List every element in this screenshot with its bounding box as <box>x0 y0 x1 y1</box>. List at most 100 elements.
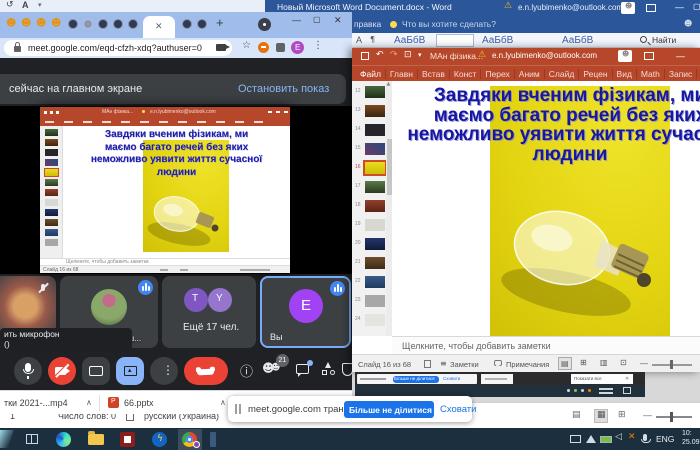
pinned-tab-site-icon[interactable] <box>197 19 207 29</box>
bookmark-star-icon[interactable]: ☆ <box>242 40 251 51</box>
pinned-tab-site-icon[interactable] <box>83 19 93 29</box>
end-call-button[interactable] <box>184 357 228 385</box>
word-tell-me[interactable]: Что вы хотите сделать? <box>402 19 496 29</box>
ppt-tab-insert[interactable]: Встав <box>418 69 450 79</box>
clock[interactable]: 10: 25.09 <box>682 430 700 448</box>
ppt-tab-record[interactable]: Запис <box>665 69 697 79</box>
slide-thumbnail[interactable] <box>365 238 385 250</box>
font-button-icon[interactable]: А <box>356 35 362 45</box>
pinned-tab-site-icon[interactable] <box>113 19 123 29</box>
pinned-tab-site-icon[interactable] <box>68 19 78 29</box>
slide-thumbnail[interactable] <box>365 200 385 212</box>
pinned-tab-site-icon[interactable] <box>98 19 108 29</box>
save-icon[interactable] <box>361 52 369 60</box>
extension-icon[interactable] <box>258 42 269 53</box>
slide-thumbnail-current[interactable] <box>365 162 385 174</box>
media-app-icon[interactable] <box>120 432 135 447</box>
qat-dropdown-icon[interactable]: ▾ <box>38 1 42 9</box>
file-explorer-icon[interactable] <box>88 434 104 445</box>
active-tab-meet[interactable]: ✕ <box>143 16 175 38</box>
slide-thumbnail[interactable] <box>365 143 385 155</box>
comments-icon[interactable] <box>494 360 502 366</box>
url-text[interactable]: meet.google.com/eqd-cfzh-xdq?authuser=0 <box>28 43 202 53</box>
paragraph-icon[interactable]: ¶ <box>370 35 375 44</box>
drag-handle-icon[interactable] <box>235 404 237 414</box>
style-preview[interactable]: АаБбВ <box>482 35 513 46</box>
edge-icon[interactable] <box>56 432 71 447</box>
slide-thumbnail[interactable] <box>365 181 385 193</box>
pinned-tab-classroom-icon[interactable]: ☻ <box>51 18 61 29</box>
word-tab-fragment[interactable]: правка <box>354 19 381 29</box>
ppt-tab-review[interactable]: Рецен <box>579 69 612 79</box>
download-item[interactable]: 66.pptx <box>124 398 154 408</box>
player-app-icon[interactable]: ϟ <box>152 432 167 447</box>
pinned-tab-classroom-icon[interactable]: ☻ <box>21 18 31 29</box>
cast-tray-icon[interactable] <box>570 435 581 443</box>
ppt-tab-design[interactable]: Конст <box>450 69 482 79</box>
minimize-icon[interactable]: — <box>676 51 685 61</box>
slideshow-icon[interactable]: ⊡ <box>404 50 412 60</box>
view-slideshow-button[interactable]: ⊡ <box>620 358 627 367</box>
spellcheck-icon[interactable] <box>424 360 431 368</box>
stop-presenting-button[interactable]: Остановить показ <box>238 83 329 95</box>
font-icon[interactable]: A <box>22 0 29 10</box>
pinned-tab-classroom-icon[interactable]: ☻ <box>36 18 46 29</box>
chevron-up-icon[interactable]: ∧ <box>86 398 92 407</box>
address-bar[interactable]: meet.google.com/eqd-cfzh-xdq?authuser=0 <box>4 40 232 56</box>
profile-avatar[interactable]: E <box>291 41 304 54</box>
present-button[interactable] <box>116 357 144 385</box>
ppt-tab-animations[interactable]: Аним <box>515 69 545 79</box>
camera-indicator-icon[interactable] <box>216 44 226 51</box>
window-maximize-icon[interactable]: ▢ <box>313 15 321 24</box>
word-find[interactable]: Найти <box>652 35 676 45</box>
ppt-tab-slideshow[interactable]: Слайд <box>545 69 580 79</box>
notes-toggle-icon[interactable]: ≡ <box>440 359 447 368</box>
slide-canvas[interactable]: Завдяки вченим фізикам, ми маємо багато … <box>392 81 700 336</box>
ribbon-options-icon[interactable] <box>644 52 654 60</box>
notes-toggle[interactable]: Заметки <box>450 360 479 369</box>
maximize-icon[interactable]: ▢ <box>693 2 700 11</box>
redo-icon[interactable]: ↷ <box>390 50 398 60</box>
people-icon[interactable]: ☻☻ <box>262 361 275 375</box>
undo-icon[interactable]: ↶ <box>376 50 384 60</box>
lock-icon[interactable] <box>14 46 21 52</box>
ppt-account[interactable]: e.n.lyubimenko@outlook.com <box>492 51 597 60</box>
slide-title-text[interactable]: Завдяки вченим фізикам, ми маємо багато … <box>395 86 700 164</box>
slide-thumbnail[interactable] <box>365 86 385 98</box>
account-avatar[interactable]: ☻ <box>618 50 632 62</box>
word-account[interactable]: e.n.lyubimenko@outlook.com <box>518 3 623 12</box>
view-sorter-button[interactable]: ⊞ <box>580 358 587 367</box>
info-icon[interactable]: ⓘ <box>240 361 253 380</box>
zoom-out-icon[interactable]: — <box>640 359 648 368</box>
minimize-icon[interactable]: — <box>675 2 684 12</box>
slide-thumbnail[interactable] <box>365 314 385 326</box>
tab-search-icon[interactable] <box>258 18 271 31</box>
style-preview[interactable]: АаБбВ <box>562 35 593 46</box>
style-preview[interactable]: АаБбВ <box>394 35 425 46</box>
chat-icon[interactable] <box>296 364 309 374</box>
chevron-up-icon[interactable]: ∧ <box>220 398 226 407</box>
zoom-slider-track[interactable] <box>656 416 692 418</box>
tab-close-icon[interactable]: ✕ <box>155 21 163 32</box>
more-options-button[interactable]: ⋮ <box>150 357 178 385</box>
notes-placeholder[interactable]: Щелкните, чтобы добавить заметки <box>402 341 551 351</box>
battery-icon[interactable] <box>600 436 612 443</box>
slide-thumbnail[interactable] <box>365 124 385 136</box>
pinned-app-icon[interactable] <box>210 432 216 447</box>
mic-tray-icon[interactable] <box>643 434 647 441</box>
style-preview-box[interactable] <box>436 34 474 47</box>
notes-pane[interactable]: Щелкните, чтобы добавить заметки <box>392 336 700 354</box>
ppt-tab-file[interactable]: Файл <box>356 69 386 79</box>
zoom-slider-handle[interactable] <box>670 360 673 369</box>
hide-notification-button[interactable]: Сховати <box>440 404 476 415</box>
mic-button[interactable] <box>14 357 42 385</box>
share-person-icon[interactable]: ☻ <box>684 19 692 28</box>
comments-toggle[interactable]: Примечания <box>506 360 549 369</box>
slide-thumbnail[interactable] <box>365 295 385 307</box>
slide-thumbnail[interactable] <box>365 257 385 269</box>
print-layout-icon[interactable]: ▦ <box>594 409 608 423</box>
task-view-icon[interactable] <box>26 434 38 444</box>
pinned-tab-site-icon[interactable] <box>182 19 192 29</box>
view-reading-button[interactable]: ▥ <box>600 358 608 367</box>
stop-sharing-button[interactable]: Більше не ділитися <box>344 401 434 418</box>
